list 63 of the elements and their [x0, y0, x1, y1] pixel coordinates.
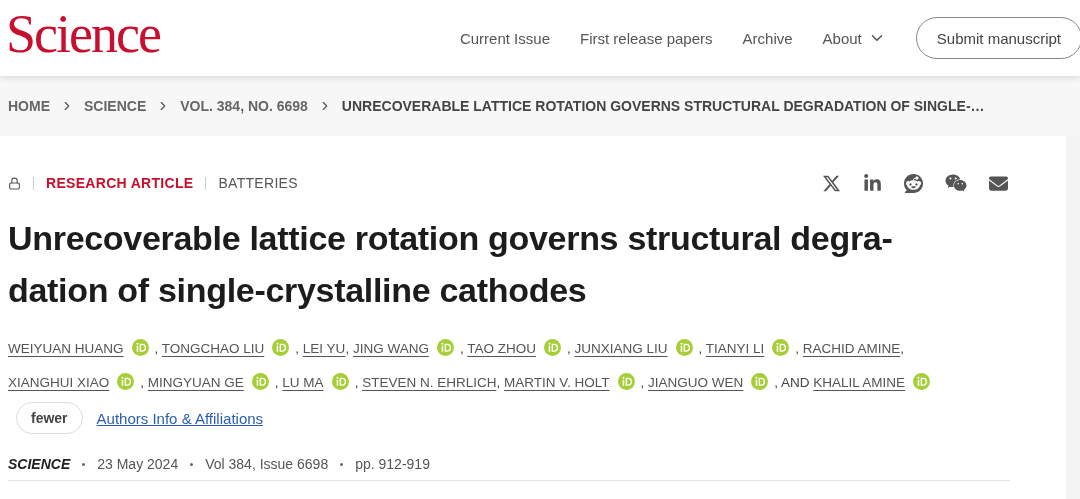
author-link[interactable]: XIANGHUI XIAO — [8, 375, 110, 390]
author-link[interactable]: TIANYI LI — [705, 341, 765, 356]
orcid-icon[interactable] — [772, 339, 790, 356]
breadcrumb-link[interactable]: UNRECOVERABLE LATTICE ROTATION GOVERNS STRUCTURAL DEGRADATION OF SINGLE-… — [341, 98, 985, 114]
author-link[interactable]: MINGYUAN GE — [147, 375, 244, 390]
journal-name: SCIENCE — [8, 456, 71, 472]
linkedin-icon[interactable] — [863, 173, 882, 193]
subject-label[interactable]: BATTERIES — [218, 175, 298, 191]
orcid-icon[interactable] — [251, 373, 269, 390]
author-link[interactable]: LEI YU — [302, 341, 346, 356]
orcid-icon[interactable] — [913, 373, 931, 390]
separator-text: , — [795, 341, 800, 356]
author-link[interactable]: KHALIL AMINE — [813, 375, 906, 390]
orcid-icon[interactable] — [543, 339, 561, 356]
author-link[interactable]: TONGCHAO LIU — [161, 341, 265, 356]
separator-text: , — [154, 341, 159, 356]
separator-text: , — [459, 341, 464, 356]
separator-text: , — [345, 341, 350, 356]
author-link[interactable]: TAO ZHOU — [467, 341, 536, 356]
orcid-icon[interactable] — [617, 373, 635, 390]
affiliations-link[interactable]: Authors Info & Affiliations — [96, 409, 264, 427]
publication-detail: 23 May 2024 — [97, 456, 179, 472]
nav-link[interactable]: Current Issue — [459, 29, 550, 47]
publication-detail: pp. 912-919 — [355, 456, 430, 472]
orcid-icon[interactable] — [331, 373, 349, 390]
breadcrumb-link[interactable]: HOME — [8, 98, 50, 114]
orcid-icon[interactable] — [272, 339, 290, 356]
separator-text: , — [640, 375, 645, 390]
orcid-icon[interactable] — [675, 339, 693, 356]
x-logo-icon[interactable] — [822, 173, 841, 193]
orcid-icon[interactable] — [436, 339, 454, 356]
author-link[interactable]: JING WANG — [352, 341, 429, 356]
separator-text: , — [496, 375, 501, 390]
separator-text: , — [354, 375, 359, 390]
separator-text: , — [698, 341, 703, 356]
fewer-button[interactable]: fewer — [16, 402, 83, 434]
orcid-icon[interactable] — [117, 373, 135, 390]
separator-text: , — [566, 341, 571, 356]
article-title: Unrecoverable lattice rotation governs structural degra- dation of single-crystalline cathodes — [8, 218, 894, 311]
nav-link[interactable]: Archive — [742, 29, 793, 47]
nav-link[interactable]: First release papers — [580, 29, 713, 47]
orcid-icon[interactable] — [751, 373, 769, 390]
breadcrumb-link[interactable]: VOL. 384, NO. 6698 — [180, 98, 308, 114]
author-link[interactable]: JIANGUO WEN — [648, 375, 744, 390]
separator-text: , — [140, 375, 145, 390]
nav-link[interactable]: About — [822, 29, 886, 47]
separator-text: , — [295, 341, 300, 356]
separator-text: , — [900, 341, 905, 356]
logo[interactable]: Science — [6, 7, 160, 61]
author-link[interactable]: LU MA — [282, 375, 324, 390]
wechat-icon[interactable] — [945, 172, 967, 194]
article-type[interactable]: RESEARCH ARTICLE — [46, 175, 194, 191]
reddit-icon[interactable] — [904, 173, 923, 193]
breadcrumb-link[interactable]: SCIENCE — [84, 98, 147, 114]
separator-text: , — [274, 375, 279, 390]
mail-icon[interactable] — [989, 173, 1008, 193]
author-link[interactable]: JUNXIANG LIU — [574, 341, 668, 356]
author-link[interactable]: WEIYUAN HUANG — [8, 341, 124, 356]
publication-detail: Vol 384, Issue 6698 — [205, 456, 329, 472]
author-link[interactable]: MARTIN V. HOLT — [503, 375, 610, 390]
orcid-icon[interactable] — [131, 339, 149, 356]
submit-button[interactable]: Submit manuscript — [915, 17, 1080, 59]
separator-text: , AND — [774, 375, 810, 390]
